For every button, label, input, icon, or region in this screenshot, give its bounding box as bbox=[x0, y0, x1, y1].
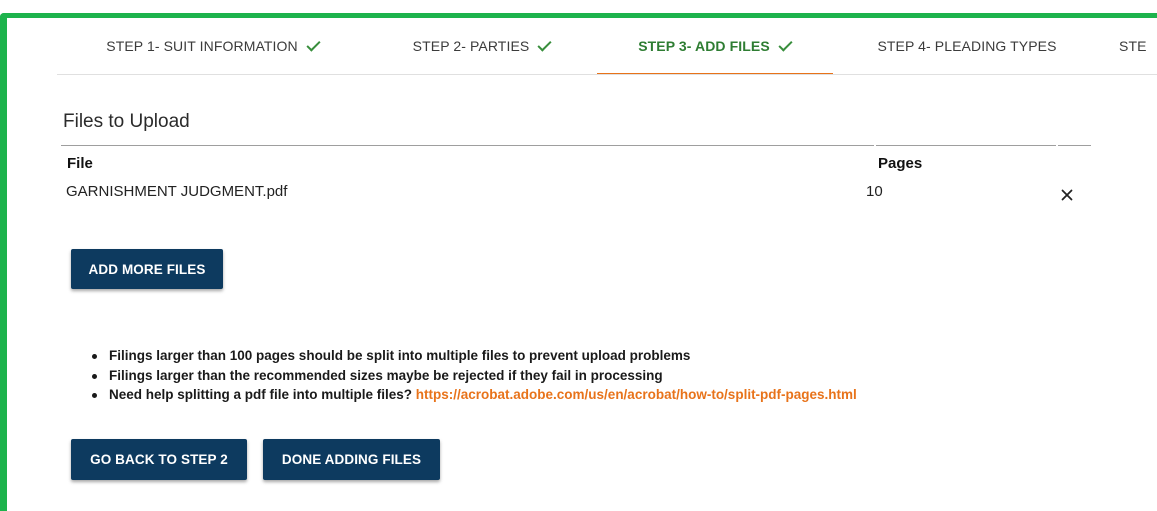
stepper: STEP 1- SUIT INFORMATION STEP 2- PARTIES… bbox=[57, 18, 1157, 75]
check-icon bbox=[306, 36, 321, 52]
step-label: STEP 1- SUIT INFORMATION bbox=[106, 38, 298, 54]
files-section-title: Files to Upload bbox=[63, 111, 190, 132]
done-adding-files-button[interactable]: DONE ADDING FILES bbox=[263, 439, 440, 480]
table-header: File Pages bbox=[61, 145, 1091, 176]
files-table: File Pages GARNISHMENT JUDGMENT.pdf 10 bbox=[61, 145, 1091, 206]
note-text: Need help splitting a pdf file into mult… bbox=[109, 387, 413, 402]
step-label: STEP 2- PARTIES bbox=[412, 38, 530, 54]
note-text: Filings larger than 100 pages should be … bbox=[109, 348, 691, 363]
go-back-button[interactable]: GO BACK TO STEP 2 bbox=[71, 439, 247, 480]
step-parties[interactable]: STEP 2- PARTIES bbox=[382, 18, 582, 74]
file-page-count: 10 bbox=[866, 183, 883, 200]
list-item: Need help splitting a pdf file into mult… bbox=[90, 385, 857, 405]
step-5[interactable]: STE bbox=[1119, 18, 1157, 74]
list-item: Filings larger than 100 pages should be … bbox=[90, 346, 857, 366]
step-pleading-types[interactable]: STEP 4- PLEADING TYPES bbox=[857, 18, 1077, 74]
step-suit-information[interactable]: STEP 1- SUIT INFORMATION bbox=[77, 18, 349, 74]
step-label: STEP 3- ADD FILES bbox=[638, 38, 770, 54]
list-item: Filings larger than the recommended size… bbox=[90, 366, 857, 386]
column-header-pages: Pages bbox=[878, 155, 923, 172]
check-icon bbox=[778, 36, 793, 52]
step-label: STEP 4- PLEADING TYPES bbox=[877, 38, 1057, 54]
step-label: STE bbox=[1119, 38, 1147, 54]
column-divider bbox=[1056, 145, 1058, 146]
table-row: GARNISHMENT JUDGMENT.pdf 10 bbox=[61, 176, 1091, 206]
upload-notes: Filings larger than 100 pages should be … bbox=[90, 346, 857, 405]
step-add-files[interactable]: STEP 3- ADD FILES bbox=[597, 18, 833, 74]
close-icon[interactable] bbox=[1058, 186, 1076, 204]
note-text: Filings larger than the recommended size… bbox=[109, 367, 663, 383]
column-header-file: File bbox=[67, 155, 93, 172]
split-pdf-help-link[interactable]: https://acrobat.adobe.com/us/en/acrobat/… bbox=[416, 387, 857, 402]
add-more-files-button[interactable]: ADD MORE FILES bbox=[71, 249, 223, 289]
column-divider bbox=[874, 145, 876, 146]
file-name: GARNISHMENT JUDGMENT.pdf bbox=[66, 183, 288, 200]
check-icon bbox=[537, 36, 552, 52]
